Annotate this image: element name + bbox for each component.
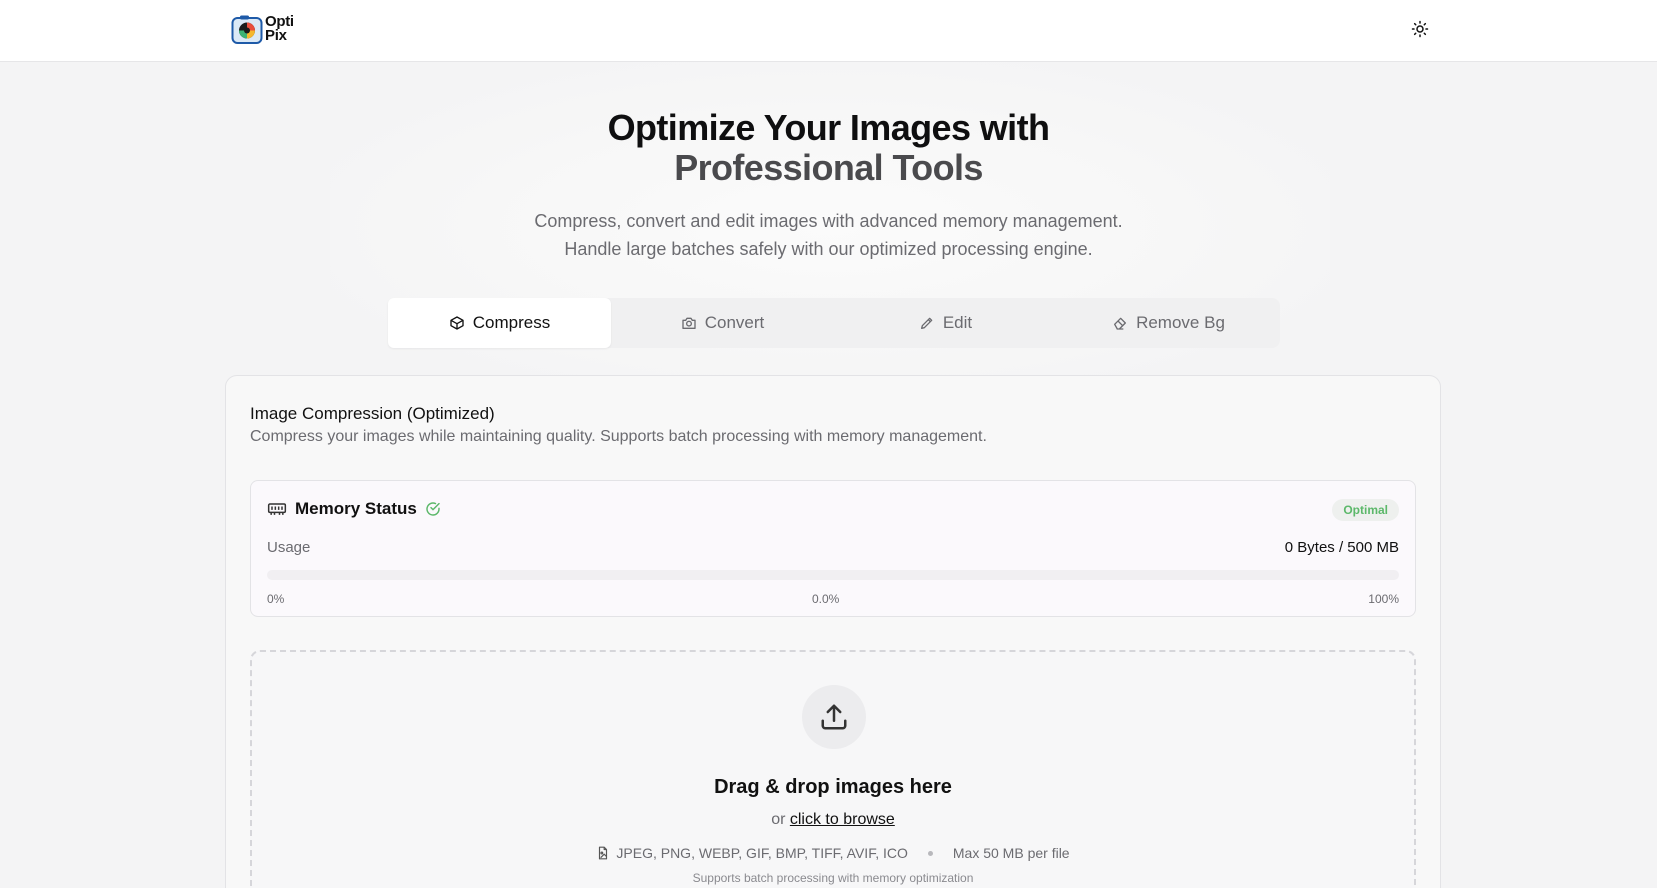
tab-edit-label: Edit xyxy=(942,313,973,332)
eraser-icon xyxy=(1114,317,1127,330)
usage-value: 0 Bytes / 500 MB xyxy=(1284,539,1399,556)
status-badge: Optimal xyxy=(1332,499,1399,521)
usage-tick-min: 0% xyxy=(267,592,285,606)
check-circle-icon xyxy=(426,502,440,516)
compression-card: Image Compression (Optimized) Compress y… xyxy=(225,375,1441,888)
tab-compress-label: Compress xyxy=(472,313,551,332)
tool-tabs: Compress Convert Edit Remove Bg xyxy=(388,298,1280,348)
tab-convert[interactable]: Convert xyxy=(611,298,834,348)
usage-tick-current: 0.0% xyxy=(812,592,840,606)
usage-tick-max: 100% xyxy=(1368,592,1399,606)
dropzone-or-text: or xyxy=(771,811,786,828)
memory-chip-icon xyxy=(267,503,287,515)
upload-icon-wrapper xyxy=(802,685,866,749)
top-navbar: Opti Pix xyxy=(0,0,1657,62)
brand-name-line2: Pix xyxy=(265,27,287,44)
memory-status-title: Memory Status xyxy=(295,499,417,518)
logo[interactable]: Opti Pix xyxy=(231,13,294,45)
tab-convert-label: Convert xyxy=(704,313,765,332)
compression-title: Image Compression (Optimized) xyxy=(250,404,495,423)
tab-remove-bg[interactable]: Remove Bg xyxy=(1057,298,1280,348)
separator-dot xyxy=(927,850,933,856)
dropzone-formats-line: JPEG, PNG, WEBP, GIF, BMP, TIFF, AVIF, I… xyxy=(252,845,1414,861)
hero-subtitle: Compress, convert and edit images with a… xyxy=(0,207,1657,263)
pencil-icon xyxy=(920,317,933,329)
max-file-size: Max 50 MB per file xyxy=(952,845,1070,861)
sun-icon xyxy=(1411,20,1429,38)
dropzone-note: Supports batch processing with memory op… xyxy=(692,871,974,885)
browse-link[interactable]: click to browse xyxy=(790,811,895,828)
memory-status-panel: Memory Status Optimal Usage 0 Bytes / 50… xyxy=(250,480,1416,617)
memory-status-header: Memory Status xyxy=(267,499,441,519)
box-icon xyxy=(450,316,464,330)
file-image-icon xyxy=(599,846,608,860)
dropzone-title: Drag & drop images here xyxy=(714,776,952,798)
compression-description: Compress your images while maintaining q… xyxy=(250,428,987,445)
supported-formats: JPEG, PNG, WEBP, GIF, BMP, TIFF, AVIF, I… xyxy=(616,845,908,861)
hero-title: Optimize Your Images with Professional T… xyxy=(0,108,1657,188)
upload-icon xyxy=(821,704,847,730)
usage-label: Usage xyxy=(267,539,311,556)
camera-logo-icon xyxy=(231,15,263,44)
brand-name: Opti Pix xyxy=(265,14,294,44)
memory-usage-bar xyxy=(267,570,1399,580)
tab-remove-bg-label: Remove Bg xyxy=(1136,313,1225,332)
hero-title-line2: Professional Tools xyxy=(674,147,983,188)
dropzone-or-line: or click to browse xyxy=(252,811,1414,829)
hero-title-line1: Optimize Your Images with xyxy=(607,107,1050,148)
theme-toggle-button[interactable] xyxy=(1408,17,1432,41)
hero-subtitle-line2: Handle large batches safely with our opt… xyxy=(564,239,1093,259)
tab-compress[interactable]: Compress xyxy=(388,298,611,348)
image-dropzone[interactable]: Drag & drop images here or click to brow… xyxy=(250,650,1416,888)
tab-edit[interactable]: Edit xyxy=(834,298,1057,348)
hero-subtitle-line1: Compress, convert and edit images with a… xyxy=(534,211,1123,231)
camera-icon xyxy=(682,317,696,329)
